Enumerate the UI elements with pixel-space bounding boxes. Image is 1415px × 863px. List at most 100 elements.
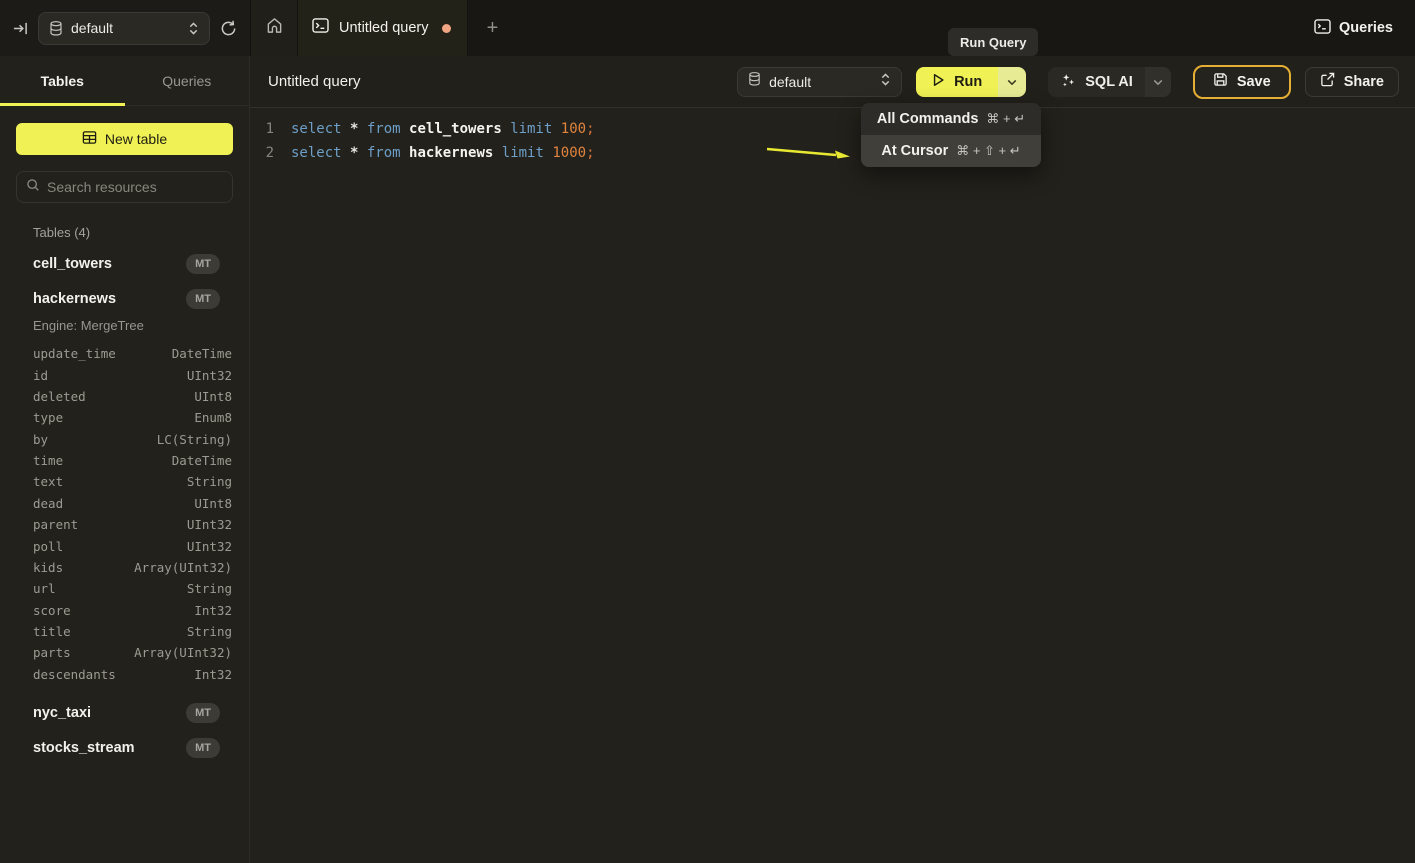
column-type: String bbox=[187, 474, 232, 489]
column-type: UInt8 bbox=[194, 389, 232, 404]
table-grid-icon bbox=[82, 130, 97, 148]
line-code: select * from hackernews limit 1000; bbox=[274, 145, 595, 161]
table-row-cell-towers[interactable]: cell_towers MT bbox=[17, 248, 232, 280]
menu-item-shortcut: ⌘ + ↵ bbox=[986, 111, 1025, 127]
share-button[interactable]: Share bbox=[1305, 67, 1399, 97]
sql-ai-label: SQL AI bbox=[1085, 74, 1133, 90]
column-name: id bbox=[33, 368, 48, 383]
chevron-down-icon bbox=[1007, 73, 1017, 91]
save-label: Save bbox=[1237, 74, 1271, 90]
code-line: 1 select * from cell_towers limit 100; bbox=[250, 117, 1415, 141]
column-name: parts bbox=[33, 645, 71, 660]
line-code: select * from cell_towers limit 100; bbox=[274, 121, 595, 137]
sql-editor[interactable]: 1 select * from cell_towers limit 100; 2… bbox=[250, 108, 1415, 165]
column-type: UInt32 bbox=[187, 539, 232, 554]
sidebar-tabs: Tables Queries bbox=[0, 56, 249, 106]
toolbar-database-value: default bbox=[769, 74, 872, 90]
column-type: Enum8 bbox=[194, 410, 232, 425]
sql-ai-button[interactable]: SQL AI bbox=[1048, 67, 1145, 97]
run-label: Run bbox=[954, 74, 982, 90]
sql-ai-options-button[interactable] bbox=[1145, 67, 1171, 97]
column-row[interactable]: parent UInt32 bbox=[17, 514, 232, 535]
table-name: nyc_taxi bbox=[33, 705, 91, 721]
sidebar-tab-tables[interactable]: Tables bbox=[0, 56, 125, 105]
menu-item-label: At Cursor bbox=[881, 143, 948, 159]
refresh-icon[interactable] bbox=[220, 20, 237, 37]
share-icon bbox=[1320, 72, 1335, 91]
search-resources-input[interactable] bbox=[47, 179, 223, 195]
column-row[interactable]: update_time DateTime bbox=[17, 343, 232, 364]
new-table-button[interactable]: New table bbox=[16, 123, 233, 155]
column-row[interactable]: poll UInt32 bbox=[17, 535, 232, 556]
column-type: UInt8 bbox=[194, 496, 232, 511]
column-type: Array(UInt32) bbox=[134, 560, 232, 575]
table-row-stocks-stream[interactable]: stocks_stream MT bbox=[17, 732, 232, 764]
terminal-icon bbox=[312, 18, 329, 38]
column-type: String bbox=[187, 624, 232, 639]
query-toolbar: Untitled query default Run bbox=[250, 56, 1415, 108]
column-row[interactable]: title String bbox=[17, 621, 232, 642]
table-row-nyc-taxi[interactable]: nyc_taxi MT bbox=[17, 697, 232, 729]
column-row[interactable]: type Enum8 bbox=[17, 407, 232, 428]
column-type: Int32 bbox=[194, 667, 232, 682]
column-type: UInt32 bbox=[187, 368, 232, 383]
line-number: 1 bbox=[250, 121, 274, 137]
column-row[interactable]: time DateTime bbox=[17, 450, 232, 471]
column-row[interactable]: parts Array(UInt32) bbox=[17, 642, 232, 663]
chevron-updown-icon bbox=[880, 73, 891, 91]
chevron-down-icon bbox=[1153, 73, 1163, 91]
chevron-updown-icon bbox=[188, 22, 199, 35]
unsaved-changes-dot bbox=[442, 24, 451, 33]
engine-badge: MT bbox=[186, 254, 220, 274]
play-icon bbox=[932, 73, 945, 91]
column-type: Int32 bbox=[194, 603, 232, 618]
main-area: Tables Queries New table Tables (4) cell… bbox=[0, 56, 1415, 863]
topbar-database-select[interactable]: default bbox=[38, 12, 210, 45]
search-icon bbox=[26, 178, 40, 197]
menu-item-all-commands[interactable]: All Commands ⌘ + ↵ bbox=[861, 103, 1041, 135]
column-name: type bbox=[33, 410, 63, 425]
tables-section-title: Tables (4) bbox=[33, 225, 232, 240]
queries-label: Queries bbox=[1339, 20, 1393, 36]
column-type: Array(UInt32) bbox=[134, 645, 232, 660]
column-name: by bbox=[33, 432, 48, 447]
app-window: default Untitled query + bbox=[0, 0, 1415, 863]
column-row[interactable]: score Int32 bbox=[17, 600, 232, 621]
table-row-hackernews[interactable]: hackernews MT bbox=[17, 283, 232, 315]
home-icon bbox=[266, 17, 283, 39]
sql-ai-button-group: SQL AI bbox=[1048, 67, 1171, 97]
queries-button[interactable]: Queries bbox=[1304, 0, 1415, 56]
topbar-spacer bbox=[516, 0, 1304, 56]
home-tab[interactable] bbox=[250, 0, 297, 56]
share-label: Share bbox=[1344, 74, 1384, 90]
menu-item-label: All Commands bbox=[877, 111, 979, 127]
column-row[interactable]: kids Array(UInt32) bbox=[17, 557, 232, 578]
column-row[interactable]: dead UInt8 bbox=[17, 493, 232, 514]
save-button[interactable]: Save bbox=[1193, 65, 1291, 99]
line-number: 2 bbox=[250, 145, 274, 161]
column-row[interactable]: deleted UInt8 bbox=[17, 386, 232, 407]
column-row[interactable]: id UInt32 bbox=[17, 364, 232, 385]
new-tab-button[interactable]: + bbox=[468, 0, 516, 56]
save-icon bbox=[1213, 72, 1228, 91]
collapse-sidebar-icon[interactable] bbox=[13, 21, 28, 36]
column-type: LC(String) bbox=[157, 432, 232, 447]
top-bar-left: default bbox=[0, 0, 250, 56]
column-row[interactable]: url String bbox=[17, 578, 232, 599]
column-type: DateTime bbox=[172, 346, 232, 361]
sparkles-icon bbox=[1060, 72, 1076, 92]
run-options-button[interactable] bbox=[998, 67, 1026, 97]
sidebar-tab-queries[interactable]: Queries bbox=[125, 56, 250, 105]
search-resources-box bbox=[16, 171, 233, 203]
column-type: DateTime bbox=[172, 453, 232, 468]
run-button[interactable]: Run bbox=[916, 67, 998, 97]
menu-item-at-cursor[interactable]: At Cursor ⌘ + ⇧ + ↵ bbox=[861, 135, 1041, 167]
database-icon bbox=[748, 72, 761, 91]
query-tab[interactable]: Untitled query bbox=[297, 0, 468, 56]
toolbar-database-select[interactable]: default bbox=[737, 67, 902, 97]
column-row[interactable]: descendants Int32 bbox=[17, 664, 232, 685]
column-row[interactable]: text String bbox=[17, 471, 232, 492]
column-name: url bbox=[33, 581, 56, 596]
column-row[interactable]: by LC(String) bbox=[17, 429, 232, 450]
engine-label: Engine: MergeTree bbox=[33, 318, 232, 333]
